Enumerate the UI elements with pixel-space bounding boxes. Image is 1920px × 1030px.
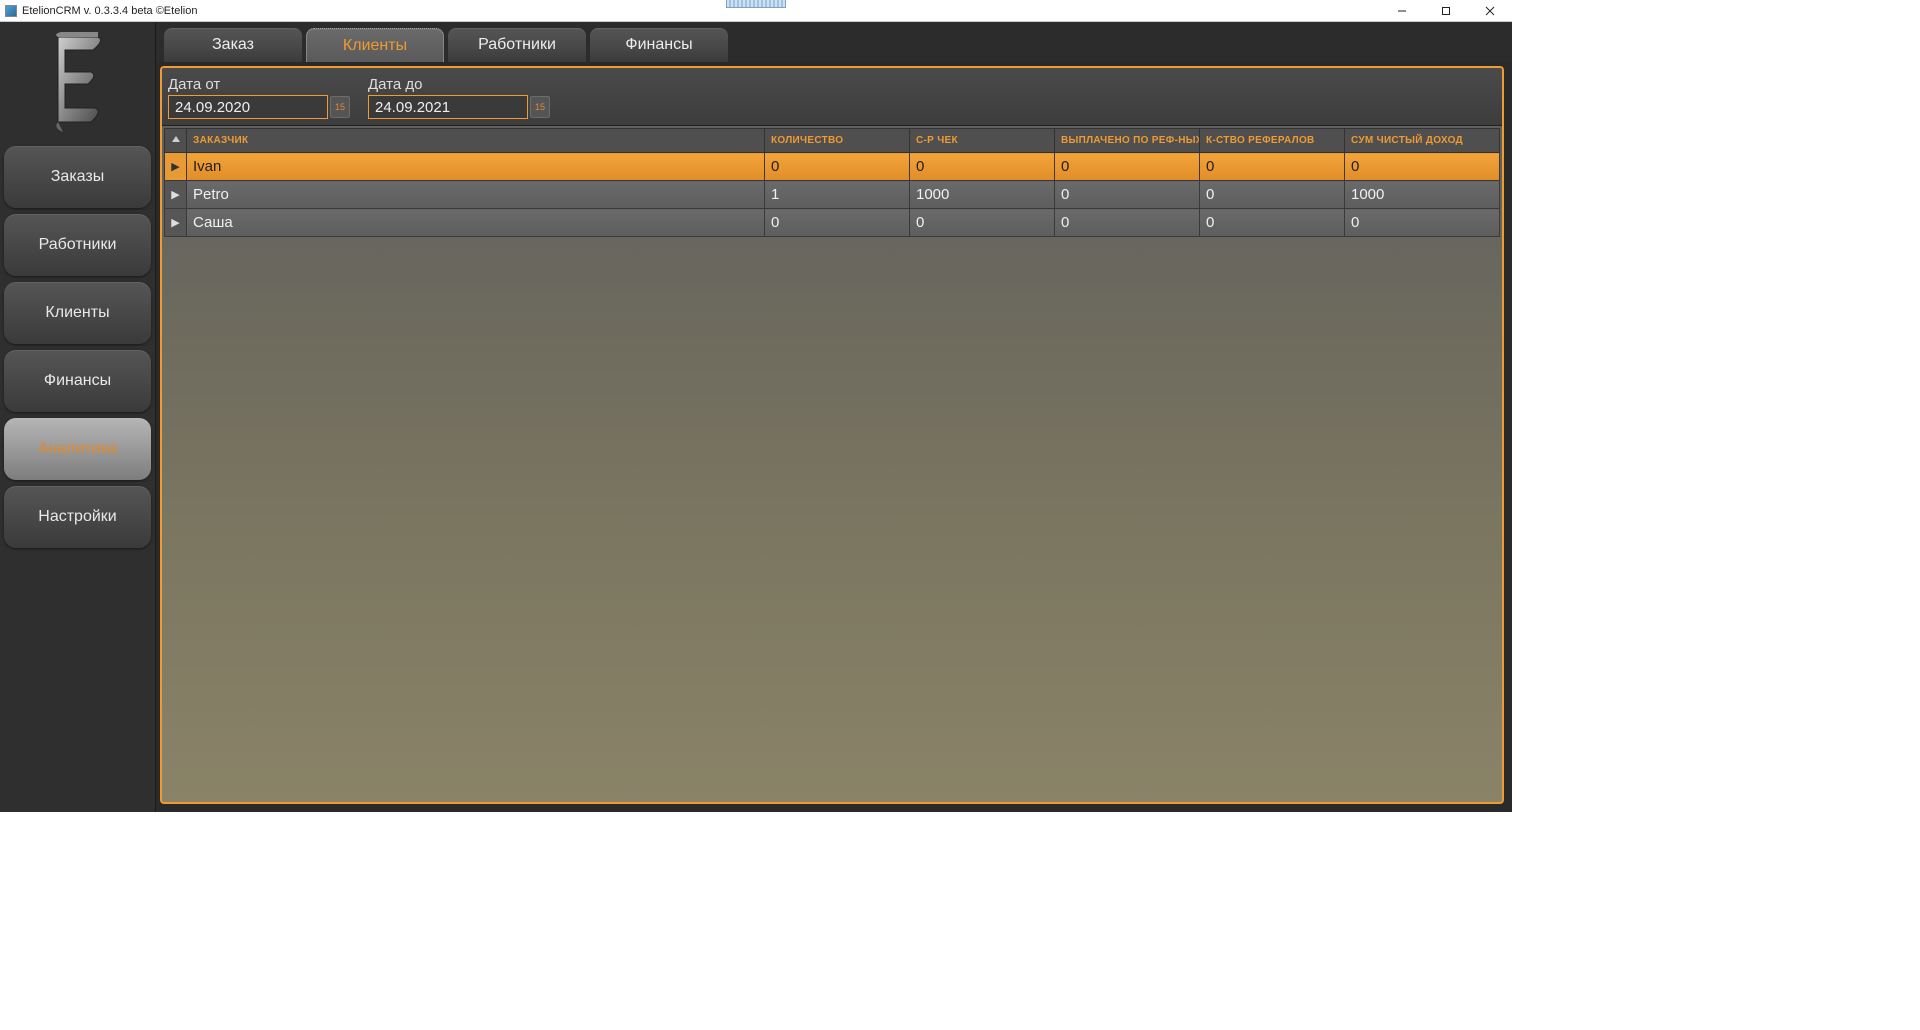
tab-clients[interactable]: Клиенты <box>306 28 444 62</box>
date-from-input[interactable] <box>168 95 328 119</box>
cell-refcnt: 0 <box>1200 153 1345 181</box>
cell-refpay: 0 <box>1055 181 1200 209</box>
cell-net: 1000 <box>1345 181 1500 209</box>
cell-net: 0 <box>1345 153 1500 181</box>
date-to-input[interactable] <box>368 95 528 119</box>
table-row[interactable]: ▶ Саша 0 0 0 0 0 <box>165 209 1500 237</box>
window-title: EtelionCRM v. 0.3.3.4 beta ©Etelion <box>22 5 197 17</box>
tab-bar: Заказ Клиенты Работники Финансы <box>156 22 1512 62</box>
col-net[interactable]: СУМ ЧИСТЫЙ ДОХОД <box>1345 129 1500 153</box>
sidebar-item-analytics[interactable]: Аналитика <box>4 418 151 480</box>
table-header-row: ЗАКАЗЧИК КОЛИЧЕСТВО С-Р ЧЕК ВЫПЛАЧЕНО ПО… <box>165 129 1500 153</box>
clients-table: ЗАКАЗЧИК КОЛИЧЕСТВО С-Р ЧЕК ВЫПЛАЧЕНО ПО… <box>164 128 1500 237</box>
expand-toggle[interactable]: ▶ <box>165 181 187 209</box>
col-avg[interactable]: С-Р ЧЕК <box>910 129 1055 153</box>
cell-customer: Саша <box>187 209 765 237</box>
date-from-label: Дата от <box>168 76 350 93</box>
table-row[interactable]: ▶ Petro 1 1000 0 0 1000 <box>165 181 1500 209</box>
cell-customer: Petro <box>187 181 765 209</box>
cell-avg: 0 <box>910 209 1055 237</box>
tab-label: Финансы <box>625 36 692 54</box>
cell-refcnt: 0 <box>1200 209 1345 237</box>
app-frame: Заказы Работники Клиенты Финансы Аналити… <box>0 22 1512 812</box>
cell-refcnt: 0 <box>1200 181 1345 209</box>
sidebar-item-settings[interactable]: Настройки <box>4 486 151 548</box>
sidebar-item-label: Работники <box>39 236 117 254</box>
sidebar-item-workers[interactable]: Работники <box>4 214 151 276</box>
sidebar-item-finance[interactable]: Финансы <box>4 350 151 412</box>
sidebar-item-clients[interactable]: Клиенты <box>4 282 151 344</box>
date-from-group: Дата от 15 <box>168 76 350 119</box>
minimize-button[interactable] <box>1380 0 1424 22</box>
table-row[interactable]: ▶ Ivan 0 0 0 0 0 <box>165 153 1500 181</box>
col-qty[interactable]: КОЛИЧЕСТВО <box>765 129 910 153</box>
cell-avg: 0 <box>910 153 1055 181</box>
date-to-label: Дата до <box>368 76 550 93</box>
date-filters: Дата от 15 Дата до 15 <box>162 68 1502 126</box>
cell-qty: 0 <box>765 153 910 181</box>
window-controls <box>1380 0 1512 22</box>
tab-label: Клиенты <box>343 37 407 55</box>
col-expand[interactable] <box>165 129 187 153</box>
sidebar-item-label: Заказы <box>51 168 104 186</box>
logo-wrap <box>0 22 155 142</box>
cell-refpay: 0 <box>1055 153 1200 181</box>
maximize-button[interactable] <box>1424 0 1468 22</box>
table-wrap: ЗАКАЗЧИК КОЛИЧЕСТВО С-Р ЧЕК ВЫПЛАЧЕНО ПО… <box>162 126 1502 802</box>
cell-avg: 1000 <box>910 181 1055 209</box>
tab-workers[interactable]: Работники <box>448 28 586 62</box>
window-titlebar: EtelionCRM v. 0.3.3.4 beta ©Etelion <box>0 0 1512 22</box>
cell-net: 0 <box>1345 209 1500 237</box>
tab-label: Работники <box>478 36 556 54</box>
tab-order[interactable]: Заказ <box>164 28 302 62</box>
cell-customer: Ivan <box>187 153 765 181</box>
date-to-group: Дата до 15 <box>368 76 550 119</box>
close-button[interactable] <box>1468 0 1512 22</box>
col-refpay[interactable]: ВЫПЛАЧЕНО ПО РЕФ-НЫХ <box>1055 129 1200 153</box>
sidebar-item-label: Финансы <box>44 372 111 390</box>
cell-qty: 1 <box>765 181 910 209</box>
main-area: Заказ Клиенты Работники Финансы Дата от … <box>156 22 1512 812</box>
col-customer[interactable]: ЗАКАЗЧИК <box>187 129 765 153</box>
calendar-icon[interactable]: 15 <box>330 96 350 118</box>
calendar-icon[interactable]: 15 <box>530 96 550 118</box>
tab-finance[interactable]: Финансы <box>590 28 728 62</box>
logo-icon <box>43 32 113 132</box>
cell-refpay: 0 <box>1055 209 1200 237</box>
expand-toggle[interactable]: ▶ <box>165 153 187 181</box>
sidebar-item-label: Аналитика <box>38 440 117 458</box>
sidebar-item-label: Настройки <box>38 508 116 526</box>
col-refcnt[interactable]: К-СТВО РЕФЕРАЛОВ <box>1200 129 1345 153</box>
triangle-up-icon <box>172 136 180 142</box>
cell-qty: 0 <box>765 209 910 237</box>
sidebar-item-orders[interactable]: Заказы <box>4 146 151 208</box>
content-panel: Дата от 15 Дата до 15 <box>160 66 1504 804</box>
expand-toggle[interactable]: ▶ <box>165 209 187 237</box>
sidebar-item-label: Клиенты <box>45 304 109 322</box>
app-icon <box>5 5 17 17</box>
titlebar-grip <box>726 0 786 8</box>
tab-label: Заказ <box>212 36 254 54</box>
sidebar: Заказы Работники Клиенты Финансы Аналити… <box>0 22 156 812</box>
